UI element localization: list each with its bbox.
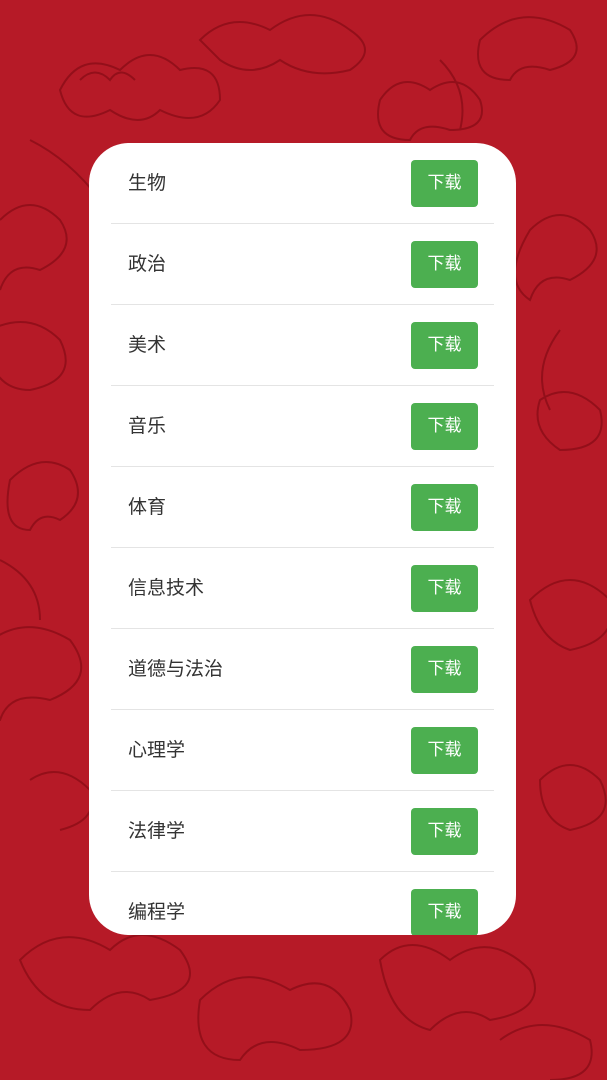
list-item: 法律学 下载: [111, 791, 494, 872]
list-item: 信息技术 下载: [111, 548, 494, 629]
list-item: 编程学 下载: [111, 872, 494, 935]
subject-label: 美术: [128, 334, 167, 356]
subject-label: 生物: [128, 172, 167, 194]
subject-label: 信息技术: [128, 577, 205, 599]
download-button[interactable]: 下载: [411, 241, 478, 288]
download-button[interactable]: 下载: [411, 160, 478, 207]
download-button[interactable]: 下载: [411, 484, 478, 531]
list-item: 道德与法治 下载: [111, 629, 494, 710]
subject-label: 政治: [128, 253, 167, 275]
download-button[interactable]: 下载: [411, 403, 478, 450]
download-button[interactable]: 下载: [411, 322, 478, 369]
list-item: 体育 下载: [111, 467, 494, 548]
download-button[interactable]: 下载: [411, 808, 478, 855]
download-button[interactable]: 下载: [411, 565, 478, 612]
download-button[interactable]: 下载: [411, 889, 478, 935]
subject-label: 体育: [128, 496, 167, 518]
list-item: 政治 下载: [111, 224, 494, 305]
subject-label: 心理学: [128, 739, 186, 761]
subject-list-card: 生物 下载 政治 下载 美术 下载 音乐 下载 体育 下载 信息技术 下载 道德…: [89, 143, 516, 935]
subject-label: 编程学: [128, 901, 186, 923]
subject-list: 生物 下载 政治 下载 美术 下载 音乐 下载 体育 下载 信息技术 下载 道德…: [111, 143, 494, 935]
subject-label: 音乐: [128, 415, 167, 437]
list-item: 音乐 下载: [111, 386, 494, 467]
list-item: 生物 下载: [111, 143, 494, 224]
list-item: 美术 下载: [111, 305, 494, 386]
download-button[interactable]: 下载: [411, 727, 478, 774]
list-item: 心理学 下载: [111, 710, 494, 791]
subject-label: 道德与法治: [128, 658, 224, 680]
download-button[interactable]: 下载: [411, 646, 478, 693]
subject-label: 法律学: [128, 820, 186, 842]
